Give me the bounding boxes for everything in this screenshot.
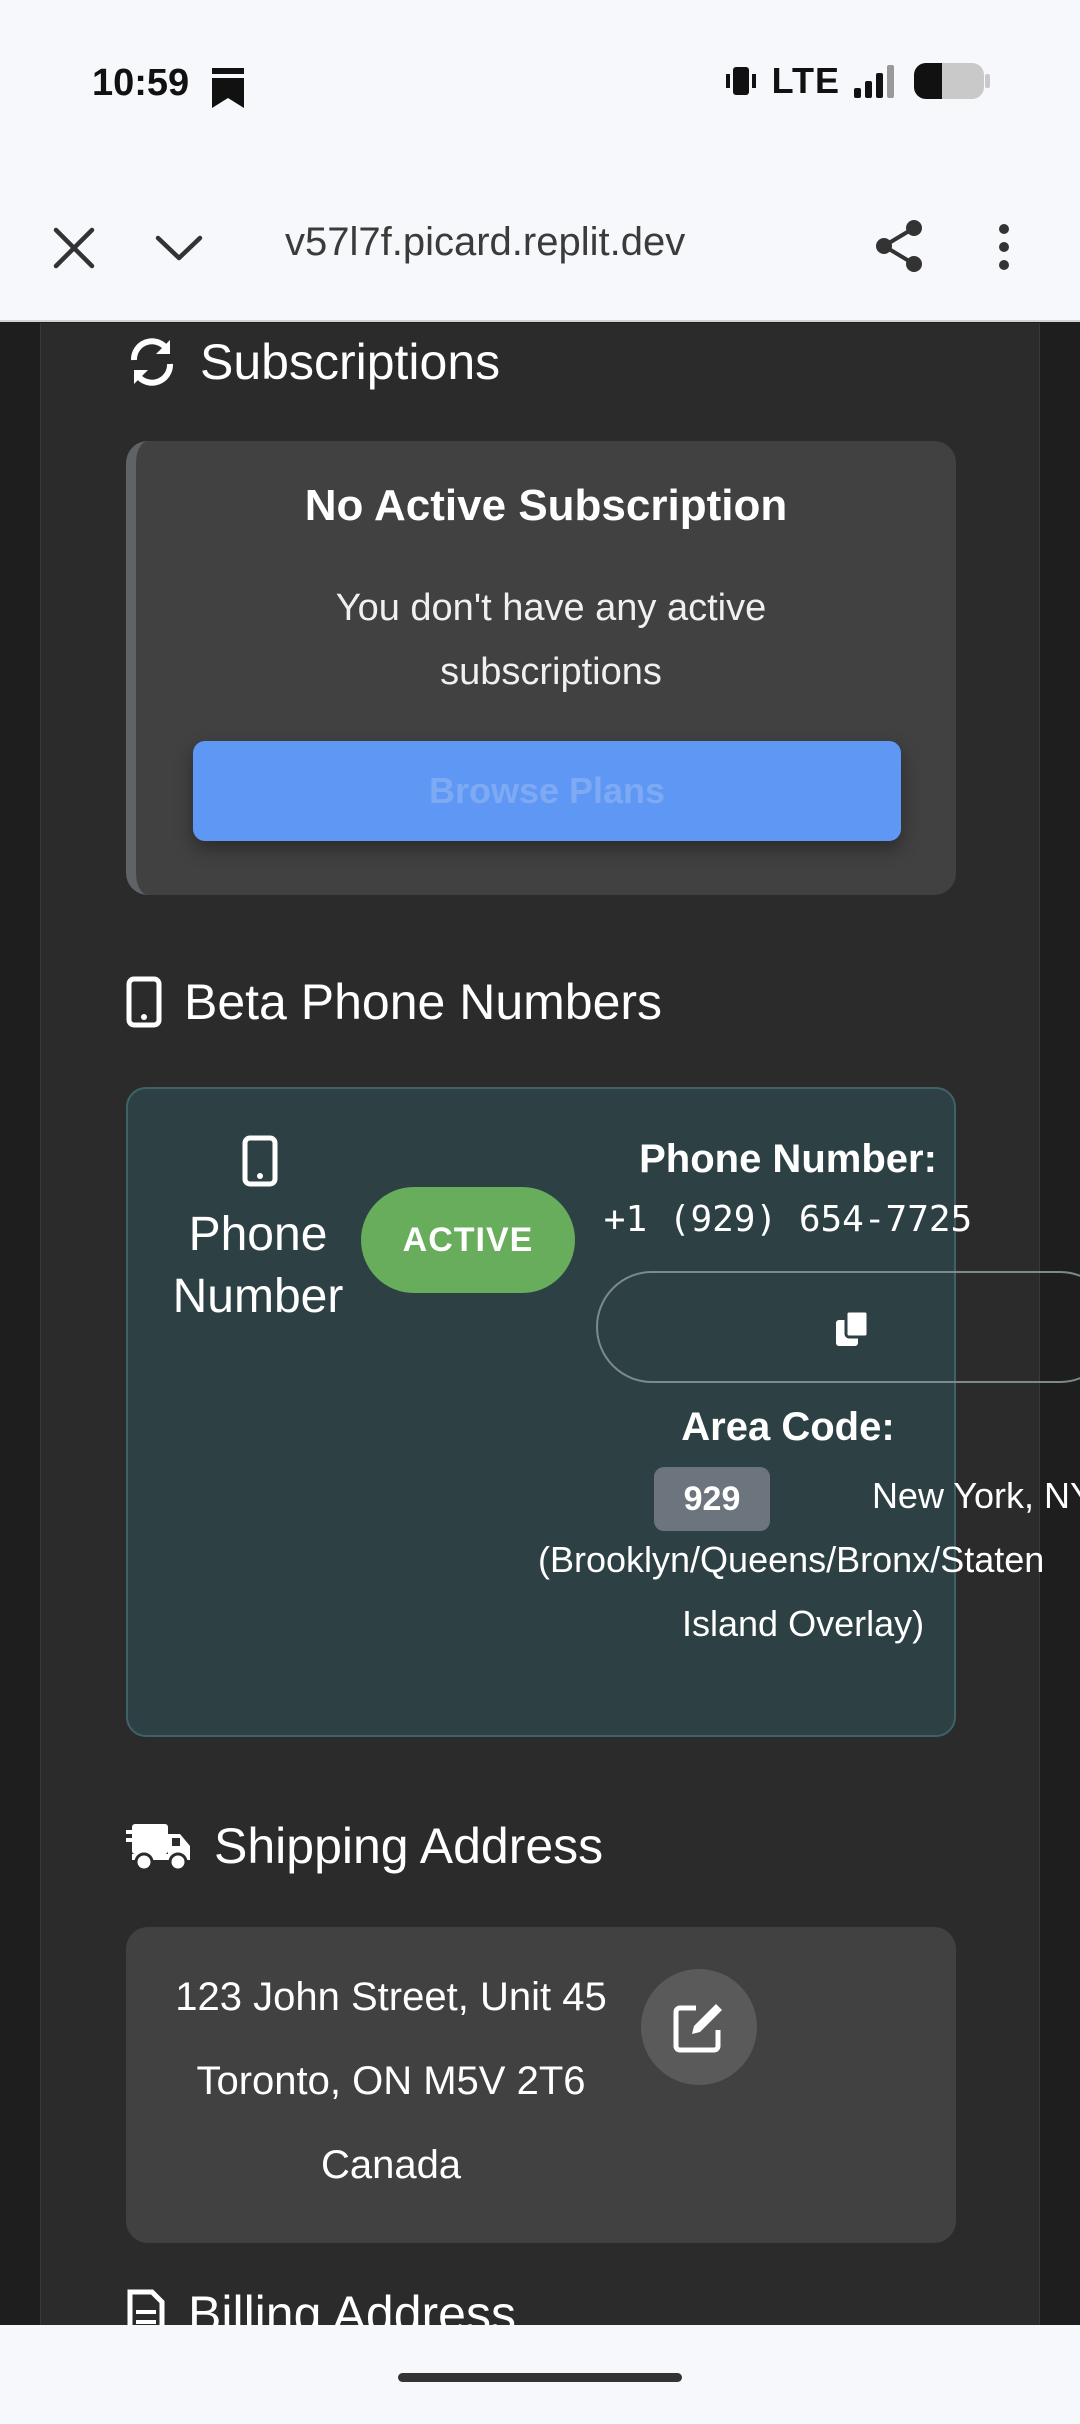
subscriptions-heading: Subscriptions xyxy=(126,333,500,391)
vibrate-icon xyxy=(725,67,756,95)
mobile-icon xyxy=(126,976,162,1028)
notification-icon xyxy=(212,68,244,108)
browse-plans-button[interactable]: Browse Plans xyxy=(193,741,901,841)
shipping-heading: Shipping Address xyxy=(126,1817,603,1875)
address-line-2: Toronto, ON M5V 2T6 xyxy=(196,2059,586,2103)
area-code-overlay: Island Overlay) xyxy=(682,1603,925,1644)
status-bar: 10:59 LTE xyxy=(0,0,1080,160)
subscription-card: No Active Subscription You don't have an… xyxy=(126,441,956,895)
address-line-1: 123 John Street, Unit 45 xyxy=(175,1975,607,2019)
status-time: 10:59 xyxy=(92,62,190,104)
edit-icon xyxy=(673,2004,722,2053)
subscription-status-desc: You don't have any active subscriptions xyxy=(335,587,767,693)
edit-address-button[interactable] xyxy=(641,1969,757,2085)
truck-icon xyxy=(126,1824,190,1872)
web-viewport: Subscriptions No Active Subscription You… xyxy=(0,323,1080,2325)
signal-icon xyxy=(854,65,894,98)
subscriptions-title: Subscriptions xyxy=(200,334,501,390)
invoice-icon xyxy=(127,2289,165,2325)
copy-icon xyxy=(836,1309,870,1346)
phone-number-card: Phone Number ACTIVE Phone Number: +1 (92… xyxy=(126,1087,1080,1737)
more-vert-icon[interactable] xyxy=(996,222,1012,272)
beta-phone-title: Beta Phone Numbers xyxy=(184,974,663,1030)
billing-heading: Billing Address xyxy=(126,2285,516,2325)
copy-number-button[interactable] xyxy=(596,1271,1080,1383)
account-page: Subscriptions No Active Subscription You… xyxy=(40,323,1080,2325)
area-code-label: Area Code: xyxy=(681,1405,895,1449)
phone-number-label: Phone Number: xyxy=(639,1137,937,1181)
share-icon[interactable] xyxy=(874,218,926,274)
phone-number-value: +1 (929) 654-7725 xyxy=(603,1199,973,1240)
subscription-status-title: No Active Subscription xyxy=(304,481,788,530)
billing-title: Billing Address xyxy=(188,2286,516,2325)
battery-icon xyxy=(914,63,990,99)
sync-icon xyxy=(131,338,173,386)
area-code-boroughs: (Brooklyn/Queens/Bronx/Staten xyxy=(538,1539,1045,1580)
chevron-down-icon[interactable] xyxy=(154,230,204,264)
area-code-city: New York, NY xyxy=(871,1475,1080,1516)
url-text[interactable]: v57l7f.picard.replit.dev xyxy=(285,220,745,265)
home-gesture-pill[interactable] xyxy=(398,2373,682,2382)
status-icons: LTE xyxy=(724,60,990,102)
system-nav-bar xyxy=(0,2325,1080,2424)
status-badge: ACTIVE xyxy=(361,1187,575,1293)
address-line-3: Canada xyxy=(320,2143,462,2187)
phone-card-mobile-icon xyxy=(242,1135,278,1187)
shipping-address-card: 123 John Street, Unit 45 Toronto, ON M5V… xyxy=(126,1927,956,2243)
phone-number-label-left: Phone Number xyxy=(172,1208,344,1323)
shipping-title: Shipping Address xyxy=(214,1818,604,1874)
beta-phone-heading: Beta Phone Numbers xyxy=(126,973,662,1031)
close-icon[interactable] xyxy=(52,226,96,270)
network-type: LTE xyxy=(771,60,840,101)
area-code-description: New York, NY (Brooklyn/Queens/Bronx/Stat… xyxy=(538,1464,1080,1656)
